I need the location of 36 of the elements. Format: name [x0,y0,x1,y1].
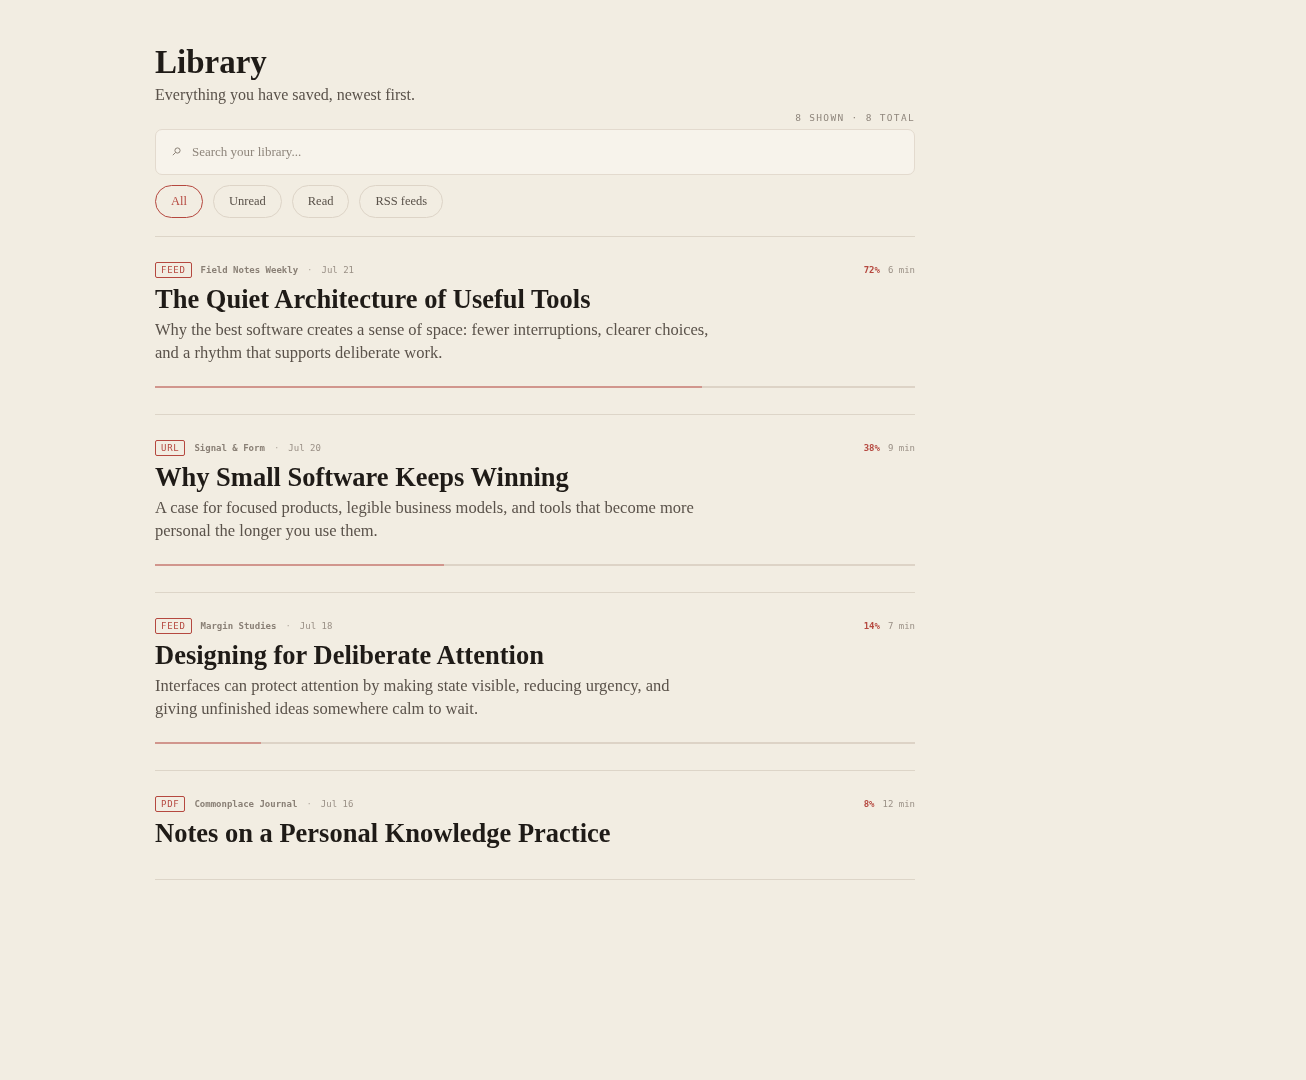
date-text: Jul 21 [321,263,355,277]
separator-dot: · [273,441,280,455]
article-title[interactable]: Notes on a Personal Knowledge Practice [155,817,611,850]
article-title[interactable]: Why Small Software Keeps Winning [155,461,569,494]
read-time: 12 min [882,797,915,811]
read-time: 7 min [887,619,915,633]
read-time: 9 min [887,441,915,455]
date-text: Jul 16 [320,797,354,811]
type-tag: FEED [155,262,192,279]
article-title[interactable]: The Quiet Architecture of Useful Tools [155,283,591,316]
progress-percent: 72% [863,263,880,277]
type-tag: FEED [155,618,192,635]
read-time: 6 min [887,263,915,277]
article-title[interactable]: Designing for Deliberate Attention [155,639,544,672]
page-subtitle: Everything you have saved, newest first. [155,85,415,105]
separator-dot: · [306,797,312,811]
source-name: Field Notes Weekly [200,263,299,277]
source-name: Signal & Form [194,441,265,455]
progress-percent: 8% [863,797,875,811]
progress-percent: 14% [863,619,880,633]
page-title: Library [155,43,267,82]
search-field[interactable]: Search your library... [155,129,915,176]
type-tag: URL [155,440,186,457]
date-text: Jul 18 [299,619,333,633]
date-text: Jul 20 [288,441,321,455]
separator-dot: · [285,619,291,633]
article-summary: Interfaces can protect attention by making state visible, reducing urgency, and giving unfinished ideas somewhere calm to wait. [155,675,671,721]
source-name: Commonplace Journal [194,797,298,811]
item-count: 8 SHOWN · 8 TOTAL [795,111,915,125]
progress-percent: 38% [863,441,880,455]
article-summary: Why the best software creates a sense of space: fewer interruptions, clearer choices, and a rhythm that supports deliberate work. [155,319,710,365]
type-tag: PDF [155,796,186,813]
article-summary: A case for focused products, legible business models, and tools that become more personal the longer you use them. [155,497,695,543]
source-name: Margin Studies [200,619,277,633]
separator-dot: · [307,263,313,277]
search-icon [172,147,181,157]
